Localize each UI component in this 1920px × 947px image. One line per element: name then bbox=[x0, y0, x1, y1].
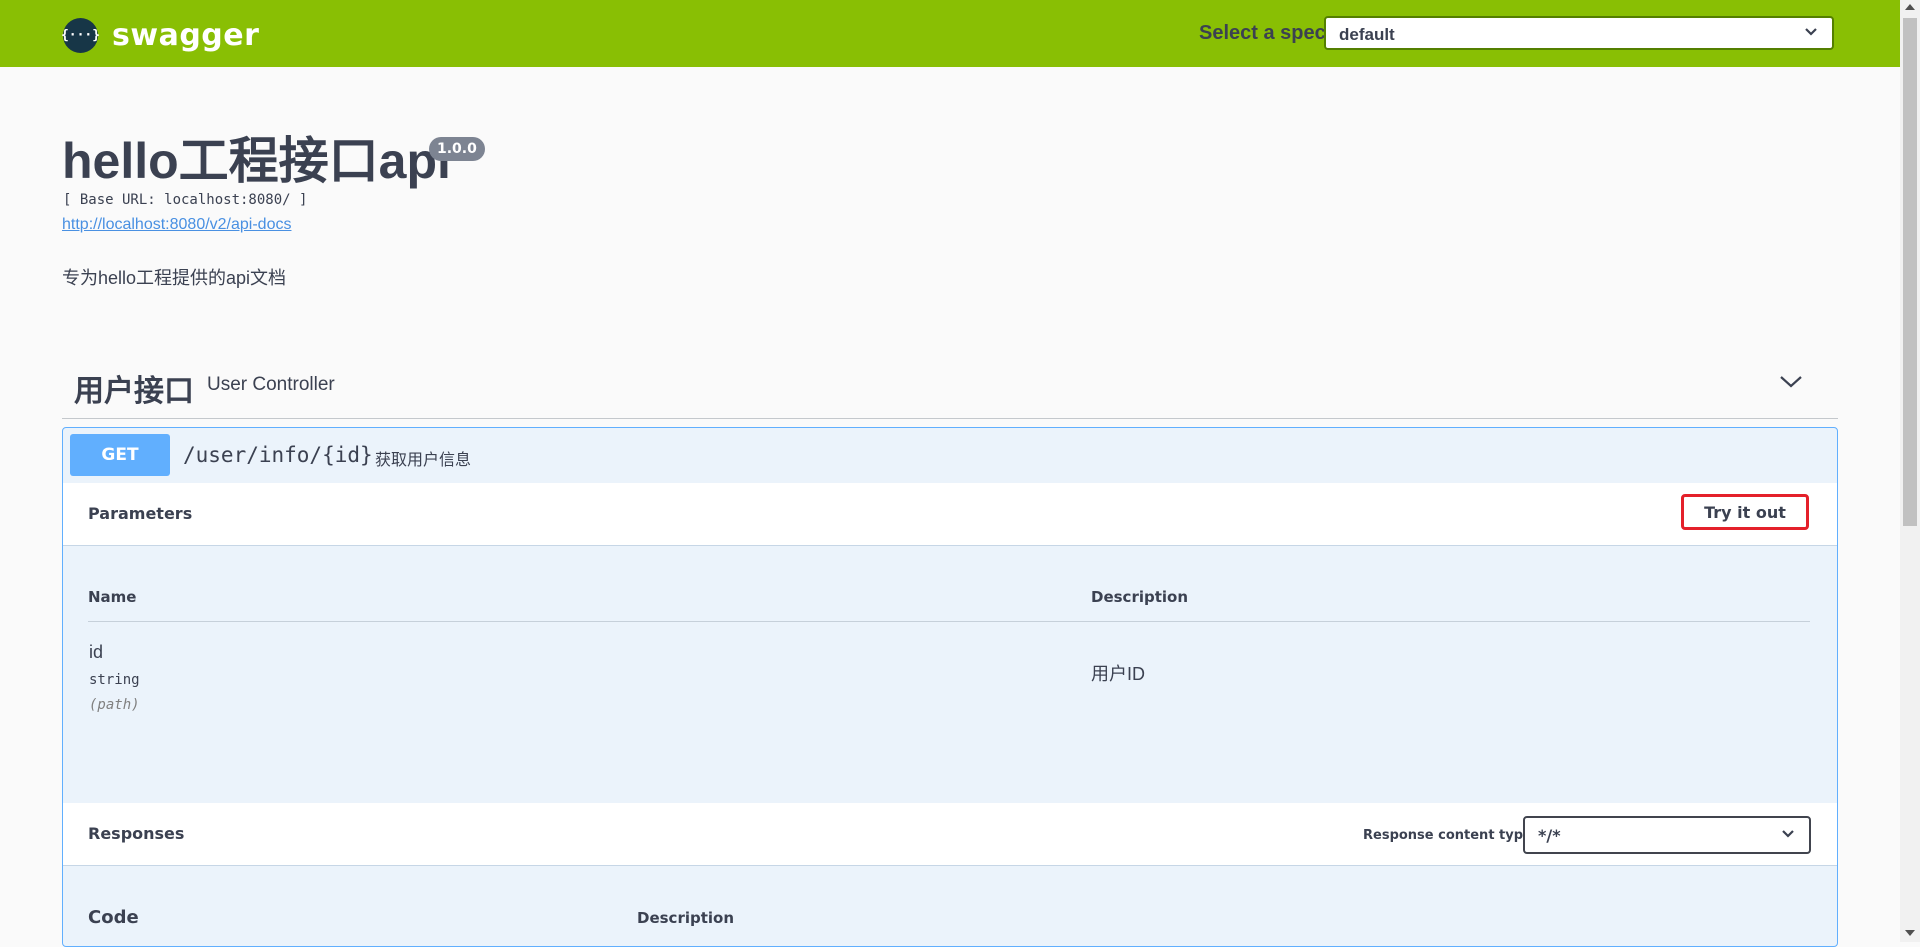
swagger-logo[interactable]: {···} swagger bbox=[60, 17, 260, 53]
response-code-column-header: Code bbox=[88, 907, 139, 928]
logo-text: swagger bbox=[112, 17, 260, 53]
operation-summary[interactable]: GET /user/info/{id} 获取用户信息 bbox=[63, 428, 1837, 484]
param-location: (path) bbox=[89, 697, 140, 713]
param-header-divider bbox=[88, 621, 1810, 622]
method-badge: GET bbox=[70, 434, 170, 476]
version-badge: 1.0.0 bbox=[429, 137, 485, 161]
topbar: {···} swagger Select a spec default bbox=[0, 0, 1900, 67]
tag-name: 用户接口 bbox=[74, 375, 194, 408]
response-description-column-header: Description bbox=[637, 909, 735, 927]
spec-select[interactable]: default bbox=[1324, 16, 1834, 50]
scroll-up-arrow-icon[interactable] bbox=[1905, 4, 1915, 10]
api-description: 专为hello工程提供的api文档 bbox=[62, 268, 287, 288]
page-scrollbar[interactable] bbox=[1900, 0, 1920, 942]
logo-icon-glyph: {···} bbox=[60, 27, 101, 43]
parameters-title: Parameters bbox=[88, 504, 193, 523]
spec-label: Select a spec bbox=[1199, 22, 1326, 44]
scroll-down-arrow-icon[interactable] bbox=[1905, 930, 1915, 936]
tag-description: User Controller bbox=[207, 374, 335, 395]
chevron-down-icon[interactable] bbox=[1778, 373, 1804, 391]
param-name: id bbox=[89, 642, 104, 662]
chevron-down-icon bbox=[1805, 28, 1817, 36]
tag-divider bbox=[62, 418, 1838, 419]
response-content-type-value: */* bbox=[1538, 826, 1561, 845]
response-content-type-label: Response content type bbox=[1363, 828, 1532, 843]
parameters-header: Parameters Try it out bbox=[63, 483, 1837, 546]
operation-block: GET /user/info/{id} 获取用户信息 Parameters Tr… bbox=[62, 427, 1838, 947]
chevron-down-icon bbox=[1782, 830, 1794, 838]
operation-path: /user/info/{id} bbox=[183, 443, 373, 467]
operation-summary-text: 获取用户信息 bbox=[375, 452, 472, 469]
page-title: hello工程接口api bbox=[62, 133, 451, 189]
response-content-type-select[interactable]: */* bbox=[1523, 816, 1811, 854]
try-it-out-button[interactable]: Try it out bbox=[1681, 494, 1809, 530]
api-docs-link[interactable]: http://localhost:8080/v2/api-docs bbox=[62, 216, 291, 234]
param-name-column-header: Name bbox=[88, 588, 137, 606]
param-description-column-header: Description bbox=[1091, 588, 1189, 606]
scrollbar-thumb[interactable] bbox=[1903, 18, 1917, 526]
base-url: [ Base URL: localhost:8080/ ] bbox=[63, 192, 308, 208]
responses-title: Responses bbox=[88, 824, 185, 843]
spec-select-value: default bbox=[1339, 25, 1395, 44]
param-description: 用户ID bbox=[1091, 664, 1145, 684]
swagger-logo-icon: {···} bbox=[60, 17, 101, 53]
param-type: string bbox=[89, 672, 140, 688]
